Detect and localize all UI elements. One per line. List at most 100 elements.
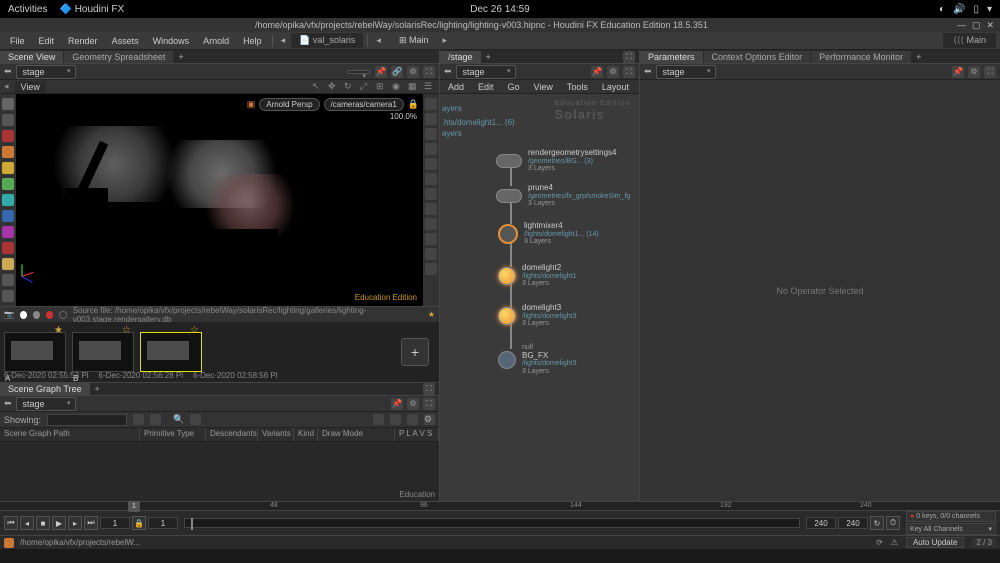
- play-next[interactable]: ▸: [68, 516, 82, 530]
- ng-tools[interactable]: Tools: [563, 81, 592, 93]
- dot-a[interactable]: [20, 311, 27, 319]
- workspace-indicator[interactable]: 2 / 3: [972, 538, 996, 547]
- link-icon[interactable]: 🔗: [391, 66, 403, 78]
- build-next[interactable]: ▸: [439, 35, 452, 46]
- display-opt-icon[interactable]: [425, 158, 437, 170]
- ng-go[interactable]: Go: [504, 81, 524, 93]
- right-desktop[interactable]: ⟨⟨⟨ Main: [943, 33, 996, 48]
- sgt-body[interactable]: Education: [0, 442, 439, 501]
- star-icon[interactable]: ☆: [122, 325, 131, 336]
- range-lock[interactable]: 🔒: [132, 516, 146, 530]
- snapshot-add[interactable]: +: [401, 338, 429, 366]
- menu-assets[interactable]: Assets: [106, 34, 145, 48]
- ng-edit[interactable]: Edit: [474, 81, 498, 93]
- tab-add[interactable]: +: [912, 51, 925, 63]
- maximize-button[interactable]: ▢: [972, 20, 981, 31]
- display-opt-icon[interactable]: [425, 173, 437, 185]
- home-icon[interactable]: [4, 538, 14, 548]
- network-icon[interactable]: ◐: [939, 4, 945, 15]
- col-flags[interactable]: P L A V S: [395, 428, 439, 441]
- tab-add[interactable]: +: [91, 383, 104, 395]
- select-tool-icon[interactable]: ↖: [312, 81, 323, 92]
- timeline-cursor[interactable]: 1: [128, 501, 140, 512]
- close-button[interactable]: ✕: [986, 20, 994, 31]
- tool-icon-blue[interactable]: [2, 210, 14, 222]
- display-opt-icon[interactable]: [425, 218, 437, 230]
- sgt-path[interactable]: stage: [16, 397, 76, 411]
- tool-icon-red[interactable]: [2, 130, 14, 142]
- menu-file[interactable]: File: [4, 34, 31, 48]
- frame-current[interactable]: 1: [100, 517, 130, 529]
- render-tool-icon[interactable]: ▦: [408, 81, 419, 92]
- view-label[interactable]: View: [15, 81, 46, 93]
- col-icon[interactable]: [373, 414, 384, 425]
- app-name[interactable]: 🔷 Houdini FX: [59, 4, 124, 15]
- pane-max[interactable]: ⛶: [423, 383, 435, 395]
- clock[interactable]: Dec 26 14:59: [470, 4, 530, 15]
- display-opt-icon[interactable]: [425, 263, 437, 275]
- maximize-pane[interactable]: ⛶: [623, 66, 635, 78]
- dot-d[interactable]: [59, 311, 66, 319]
- tab-scene-view[interactable]: Scene View: [0, 51, 63, 63]
- filter-icon[interactable]: [190, 414, 201, 425]
- maximize-pane[interactable]: ⛶: [423, 66, 435, 78]
- tool-icon-g2[interactable]: [2, 290, 14, 302]
- key-all[interactable]: Key All Channels▾: [906, 523, 996, 535]
- tool-icon-yellow[interactable]: [2, 162, 14, 174]
- maximize-pane[interactable]: ⛶: [423, 398, 435, 410]
- range-start[interactable]: 1: [148, 517, 178, 529]
- path-back[interactable]: ⬅: [4, 66, 12, 77]
- tab-geo-spreadsheet[interactable]: Geometry Spreadsheet: [64, 51, 173, 63]
- play-play[interactable]: ▶: [52, 516, 66, 530]
- star-icon[interactable]: ☆: [190, 325, 199, 336]
- tab-scene-graph-tree[interactable]: Scene Graph Tree: [0, 383, 90, 395]
- snapshot-a[interactable]: ★A: [4, 332, 66, 372]
- display-opt-icon[interactable]: [425, 143, 437, 155]
- display-opt-icon[interactable]: [425, 203, 437, 215]
- params-path[interactable]: stage: [656, 65, 716, 79]
- activities-menu[interactable]: Activities: [8, 4, 47, 15]
- menu-edit[interactable]: Edit: [33, 34, 61, 48]
- node-domelight2[interactable]: domelight2/lights/domelight13 Layers: [498, 264, 576, 288]
- maximize-pane[interactable]: ⛶: [984, 66, 996, 78]
- scale-tool-icon[interactable]: ⤢: [360, 81, 371, 92]
- play-stop[interactable]: ■: [36, 516, 50, 530]
- camera-chip[interactable]: /cameras/camera1: [324, 98, 404, 111]
- ng-layout[interactable]: Layout: [598, 81, 633, 93]
- build-prev[interactable]: ◂: [372, 35, 385, 46]
- tool-icon-red2[interactable]: [2, 242, 14, 254]
- tool-icon-orange[interactable]: [2, 146, 14, 158]
- stage-path[interactable]: stage: [456, 65, 516, 79]
- cook-icon[interactable]: ⟳: [876, 538, 883, 547]
- menu-help[interactable]: Help: [237, 34, 268, 48]
- display-opt-icon[interactable]: [425, 98, 437, 110]
- pane-max[interactable]: ⛶: [623, 51, 635, 63]
- loop-icon[interactable]: ↻: [870, 516, 884, 530]
- filter-input[interactable]: [47, 414, 127, 426]
- col-icon[interactable]: [407, 414, 418, 425]
- tab-stage[interactable]: /stage: [440, 51, 481, 63]
- display-opt-icon[interactable]: [425, 113, 437, 125]
- desktop-chip[interactable]: 📄 val_solaris: [291, 33, 363, 48]
- display-opt-icon[interactable]: [425, 188, 437, 200]
- timeline-ruler[interactable]: 1 48 96 144 192 240 1: [0, 502, 1000, 511]
- col-draw[interactable]: Draw Mode: [318, 428, 395, 441]
- range-end[interactable]: 240: [806, 517, 836, 529]
- dot-b[interactable]: [33, 311, 40, 319]
- camera-tool-icon[interactable]: [2, 98, 14, 110]
- frame-end[interactable]: 240: [838, 517, 868, 529]
- power-icon[interactable]: ▾: [987, 4, 992, 15]
- play-last[interactable]: ⏭: [84, 516, 98, 530]
- pin-icon[interactable]: 📌: [952, 66, 964, 78]
- build-chip[interactable]: ⊞ Main: [391, 33, 437, 48]
- display-opt-icon[interactable]: [425, 233, 437, 245]
- path-back[interactable]: ⬅: [4, 398, 12, 409]
- lock-icon[interactable]: 🔒: [408, 99, 419, 110]
- node-rendergeosettings[interactable]: rendergeometrysettings4/geometries/BG...…: [496, 149, 617, 173]
- menu-render[interactable]: Render: [62, 34, 104, 48]
- col-desc[interactable]: Descendants: [206, 428, 258, 441]
- display-opt-icon[interactable]: [425, 128, 437, 140]
- ng-view[interactable]: View: [530, 81, 557, 93]
- keys-info[interactable]: ●0 keys, 0/0 channels: [906, 511, 996, 522]
- display-tool-icon[interactable]: ◉: [392, 81, 403, 92]
